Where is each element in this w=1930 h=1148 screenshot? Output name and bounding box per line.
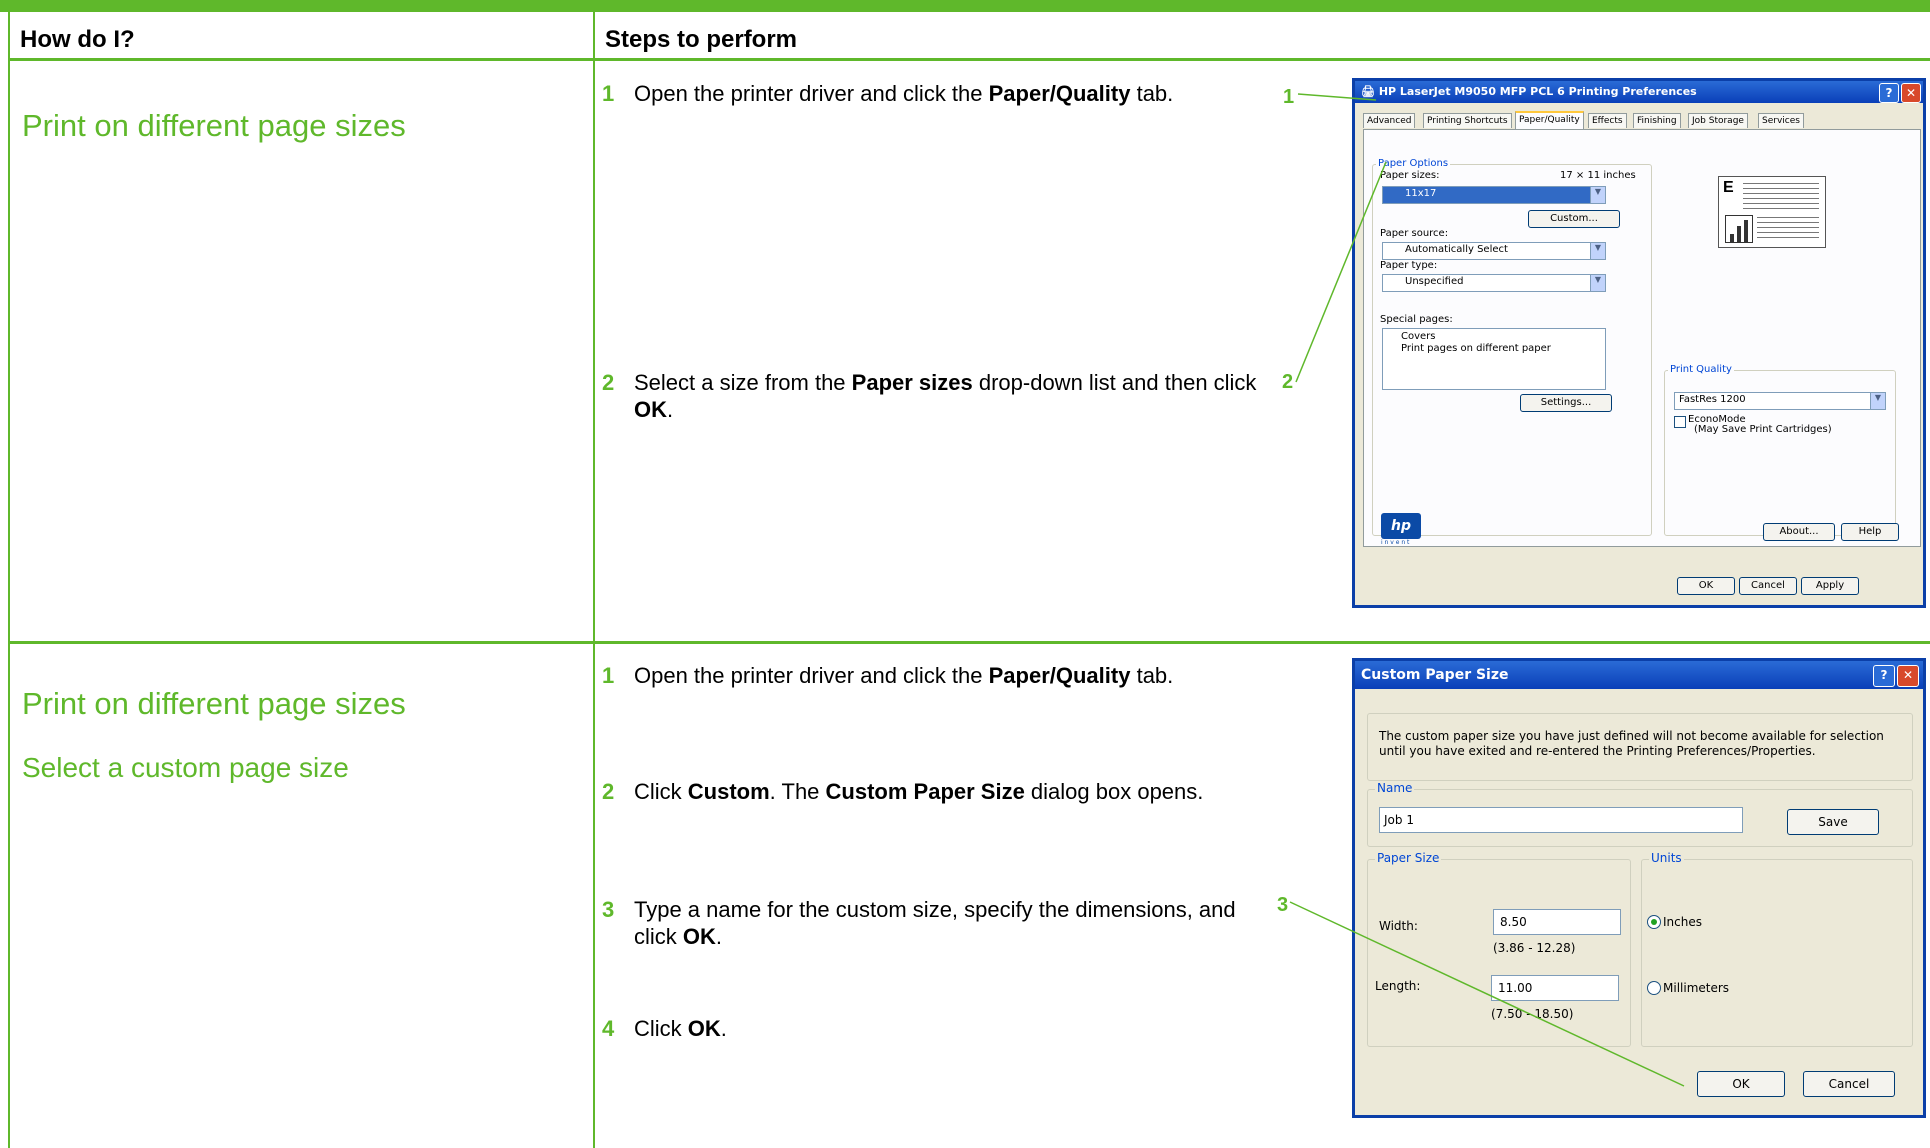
callout-leader-lines: [1289, 93, 1685, 1087]
leader-line-2: [1295, 161, 1387, 383]
leader-line-3: [1289, 901, 1685, 1087]
leader-line-1: [1297, 93, 1377, 101]
